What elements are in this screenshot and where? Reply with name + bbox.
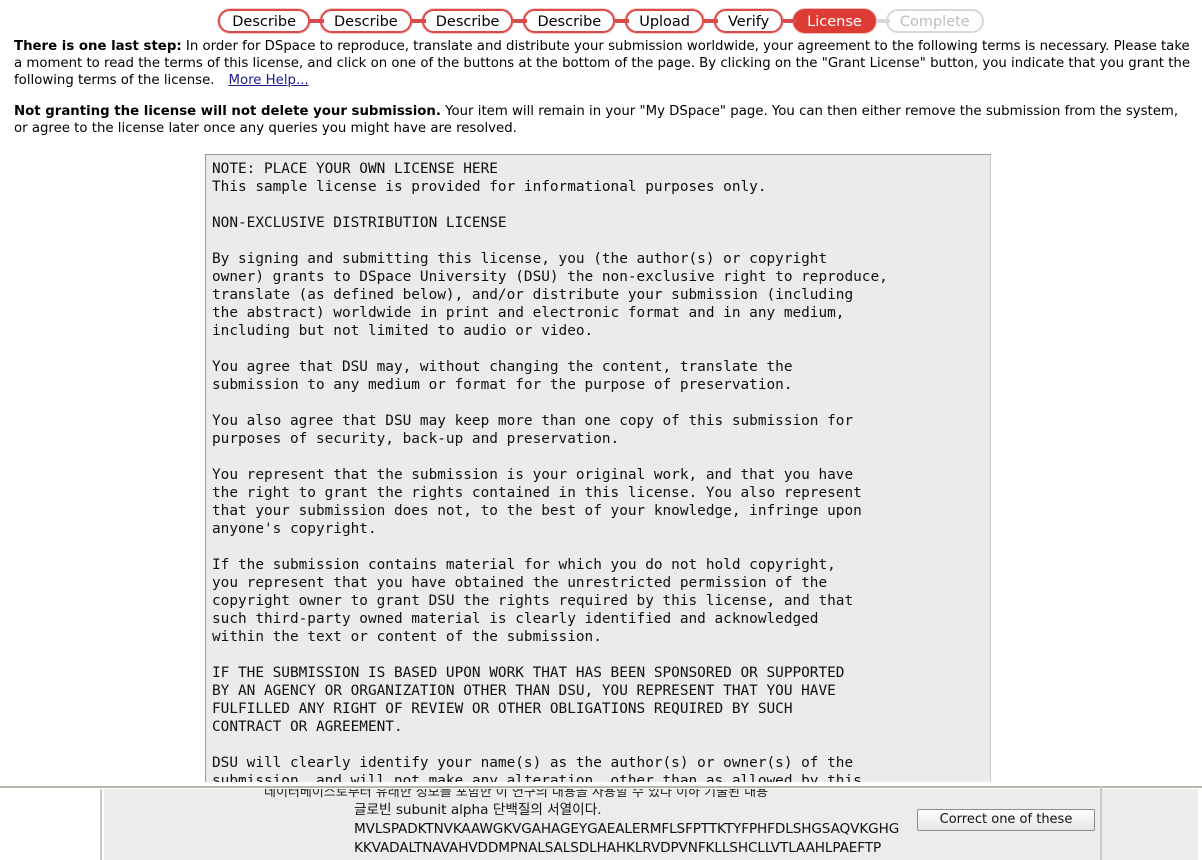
background-clipped-text: 데이터베이스로부터 유래한 정보를 포함한 이 연구의 내용을 사용할 수 있다… — [264, 789, 769, 800]
intro-paragraph-one-body: In order for DSpace to reproduce, transl… — [14, 39, 1191, 89]
license-text-box[interactable]: NOTE: PLACE YOUR OWN LICENSE HERE This s… — [205, 154, 991, 790]
dspace-license-page: Describe Describe Describe Describe Uplo… — [0, 0, 1202, 860]
correct-one-of-these-button[interactable]: Correct one of these — [917, 809, 1095, 831]
progress-step-verify[interactable]: Verify — [703, 9, 784, 33]
progress-step-upload[interactable]: Upload — [615, 9, 705, 33]
intro-paragraph-two-lead: Not granting the license will not delete… — [14, 104, 441, 119]
intro-paragraph-one-lead: There is one last step: — [14, 39, 182, 54]
submission-progress-bar: Describe Describe Describe Describe Uplo… — [0, 6, 1202, 36]
background-vertical-rule — [1100, 786, 1102, 860]
progress-step-license[interactable]: License — [783, 9, 876, 33]
background-top-rule — [0, 786, 1202, 788]
intro-paragraph-two: Not granting the license will not delete… — [14, 103, 1190, 137]
progress-step-describe-2[interactable]: Describe — [310, 9, 412, 33]
background-sequence-line-2: KKVADALTNAVAHVDDMPNALSALSDLHAHKLRVDPVNFK… — [354, 840, 882, 857]
progress-step-describe-3[interactable]: Describe — [411, 9, 514, 33]
license-text-content: NOTE: PLACE YOUR OWN LICENSE HERE This s… — [212, 161, 888, 789]
progress-step-complete: Complete — [875, 9, 984, 33]
background-left-cell — [2, 789, 102, 860]
more-help-link[interactable]: More Help... — [228, 73, 308, 88]
intro-paragraph-one: There is one last step: In order for DSp… — [14, 38, 1190, 90]
progress-step-describe-1[interactable]: Describe — [218, 9, 310, 33]
progress-step-describe-4[interactable]: Describe — [513, 9, 616, 33]
